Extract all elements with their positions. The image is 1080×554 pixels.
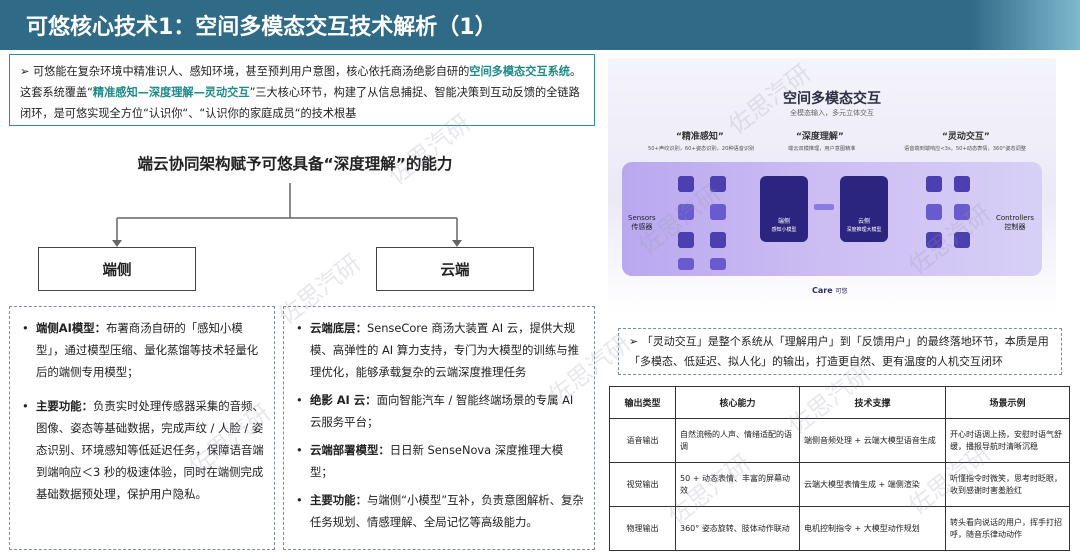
cloud-item-base: 云端底层：SenseCore 商汤大装置 AI 云，提供大规模、高弹性的 AI … — [296, 317, 584, 383]
sensor-icon — [678, 258, 694, 270]
table-header-type: 输出类型 — [609, 386, 676, 419]
interaction-note: ➢ 「灵动交互」是整个系统从「理解用户」到「反馈用户」的最终落地环节，本质是用「… — [618, 328, 1062, 375]
volume-icon — [954, 176, 970, 192]
emoji-icon — [926, 204, 942, 220]
diagram-subtitle: 全模态输入，多元立体交互 — [790, 109, 874, 117]
diagram-col-interaction-sub: 语音端到端响应<3s，50+动态表情，360°姿态调整 — [904, 146, 1026, 152]
screen-icon — [954, 204, 970, 220]
sensors-label: Sensors 传感器 — [628, 214, 656, 231]
dial-icon — [710, 258, 726, 270]
cloud-item-model: 云端部署模型：日日新 SenseNova 深度推理大模型； — [296, 439, 584, 483]
controllers-label: Controllers 控制器 — [996, 214, 1035, 231]
diagram-title: 空间多模态交互 — [783, 91, 881, 107]
output-capability-table: 输出类型 核心能力 技术支撑 场景示例 语音输出 自然流畅的人声、情绪适配的语调… — [609, 386, 1070, 551]
brand-logo: Care 可悠 — [812, 286, 848, 295]
radar-icon — [678, 232, 694, 248]
table-header-capability: 核心能力 — [675, 386, 800, 419]
table-header-scenario: 场景示例 — [945, 386, 1070, 419]
cloud-panel: 云端底层：SenseCore 商汤大装置 AI 云，提供大规模、高弹性的 AI … — [283, 306, 595, 550]
chart-icon — [710, 232, 726, 248]
microphone-icon — [678, 176, 694, 192]
camera-icon — [678, 204, 694, 220]
cloud-node: 云端 — [376, 247, 534, 291]
note-bullet: ➢ — [629, 335, 639, 348]
table-row: 视觉输出 50 + 动态表情、丰富的屏幕动效 云端大模型表情生成 + 端侧渲染 … — [609, 462, 1070, 507]
table-row: 物理输出 360° 姿态旋转、肢体动作联动 电机控制指令 + 大模型动作规划 转… — [609, 506, 1070, 551]
title-accent — [970, 0, 1080, 50]
face-icon — [710, 204, 726, 220]
connector-chip — [814, 204, 834, 210]
edge-panel: 端侧AI模型：布署商汤自研的「感知小模型」，通过模型压缩、量化蒸馏等技术轻量化后… — [9, 306, 275, 550]
note-text: 「灵动交互」是整个系统从「理解用户」到「反馈用户」的最终落地环节，本质是用「多模… — [629, 335, 1049, 368]
diagram-col-perception-sub: 50+声纹识别，60+姿态识别，20种语音识别 — [648, 146, 755, 152]
cloud-item-function: 主要功能：与端侧“小模型”互补，负责意图解析、复杂任务规划、情感理解、全局记忆等… — [296, 489, 584, 533]
edge-model-block: 端侧 感知小模型 — [760, 176, 808, 242]
waveform-icon — [710, 176, 726, 192]
edge-node: 端侧 — [38, 247, 196, 291]
table-header-support: 技术支撑 — [799, 386, 946, 419]
motor-icon — [926, 232, 942, 248]
robot-icon — [954, 232, 970, 248]
diagram-col-perception: “精准感知” — [676, 132, 724, 142]
diagram-col-understanding-sub: 端云双模推理，用户意图精准 — [788, 146, 856, 152]
edge-item-function: 主要功能：负责实时处理传感器采集的音频、图像、姿态等基础数据，完成声纹 / 人脸… — [22, 395, 264, 505]
cloud-item-jueying: 绝影 AI 云：面向智能汽车 / 智能终端场景的专属 AI 云服务平台； — [296, 389, 584, 433]
cloud-model-block: 云侧 深度推理大模型 — [840, 176, 888, 242]
interaction-diagram: 空间多模态交互 全模态输入，多元立体交互 “精准感知” 50+声纹识别，60+姿… — [608, 58, 1056, 312]
edge-item-model: 端侧AI模型：布署商汤自研的「感知小模型」，通过模型压缩、量化蒸馏等技术轻量化后… — [22, 317, 264, 383]
table-header-row: 输出类型 核心能力 技术支撑 场景示例 — [609, 386, 1070, 419]
table-row: 语音输出 自然流畅的人声、情绪适配的语调 端侧音频处理 + 云端大模型语音生成 … — [609, 418, 1070, 463]
speaker-icon — [926, 176, 942, 192]
diagram-col-interaction: “灵动交互” — [942, 132, 990, 142]
diagram-col-understanding: “深度理解” — [796, 132, 844, 142]
